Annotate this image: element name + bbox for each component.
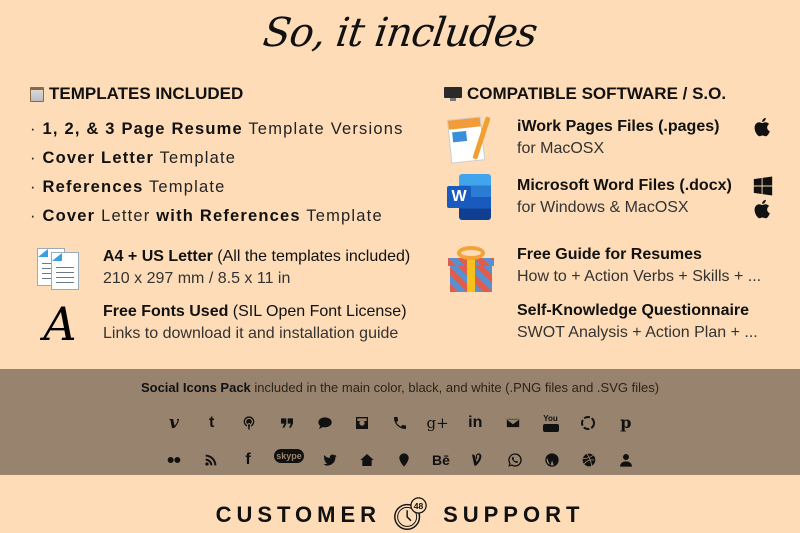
feature-subtitle: SWOT Analysis + Action Plan + ...	[517, 324, 758, 341]
list-item: · References Template	[30, 178, 226, 196]
support-label-left: CUSTOMER	[215, 502, 382, 527]
templates-heading: TEMPLATES INCLUDED	[30, 84, 243, 104]
software-title: Microsoft Word Files (.docx)	[517, 177, 732, 194]
clock-badge-text: 48	[414, 501, 424, 511]
clock-48-icon: 48	[391, 496, 429, 533]
whatsapp-icon	[504, 449, 526, 471]
social-icons-label: Social Icons Pack included in the main c…	[140, 380, 660, 395]
templates-heading-label: TEMPLATES INCLUDED	[49, 84, 244, 103]
font-icon: A	[43, 297, 77, 351]
feature-title: Free Guide for Resumes	[517, 246, 702, 263]
feature-subtitle: Links to download it and installation gu…	[103, 325, 399, 342]
monitor-icon	[444, 87, 462, 101]
pinterest-icon: p	[620, 413, 632, 432]
user-icon	[615, 449, 637, 471]
list-item: · 1, 2, & 3 Page Resume Template Version…	[30, 120, 404, 138]
vine-icon	[467, 449, 489, 471]
behance-icon: Bē	[432, 452, 450, 468]
software-heading: COMPATIBLE SOFTWARE / S.O.	[444, 84, 726, 104]
location-icon	[393, 449, 415, 471]
picasa-icon	[577, 412, 599, 434]
feature-title: Self-Knowledge Questionnaire	[517, 302, 750, 319]
customer-support: CUSTOMER 48 SUPPORT	[0, 496, 800, 533]
feature-subtitle: How to + Action Verbs + Skills + ...	[517, 268, 762, 285]
twitter-icon	[319, 449, 341, 471]
list-item: · Cover Letter with References Template	[30, 207, 383, 225]
templates-list: · 1, 2, & 3 Page Resume Template Version…	[30, 115, 404, 231]
software-subtitle: for MacOSX	[517, 140, 605, 157]
feature-title: A4 + US Letter (All the templates includ…	[103, 248, 411, 265]
software-heading-label: COMPATIBLE SOFTWARE / S.O.	[467, 84, 727, 103]
youtube-icon: You	[540, 412, 562, 434]
wordpress-icon	[541, 449, 563, 471]
linkedin-icon: in	[468, 414, 483, 431]
dribbble-icon	[578, 449, 600, 471]
pages-app-icon	[445, 114, 495, 166]
apple-icon	[754, 117, 770, 137]
flickr-icon	[163, 449, 185, 471]
software-subtitle: for Windows & MacOSX	[517, 199, 689, 216]
gift-icon	[445, 244, 495, 294]
windows-icon	[753, 176, 773, 196]
social-icons-row-2: f skype Bē	[163, 449, 637, 471]
instagram-icon	[351, 412, 373, 434]
software-item-word: W Microsoft Word Files (.docx) for Windo…	[445, 174, 732, 220]
mail-icon	[502, 412, 524, 434]
quote-icon	[276, 412, 298, 434]
google-plus-icon: g+	[426, 413, 449, 432]
phone-icon	[389, 412, 411, 434]
support-label-right: SUPPORT	[443, 502, 585, 527]
skype-icon: skype	[274, 449, 304, 463]
apple-icon	[754, 199, 770, 219]
feature-paper-size: A4 + US Letter (All the templates includ…	[35, 246, 410, 292]
facebook-icon: f	[245, 451, 251, 468]
word-app-icon: W	[445, 174, 495, 220]
vimeo-icon: v	[169, 412, 179, 433]
chat-icon	[314, 412, 336, 434]
notepad-icon	[30, 86, 44, 102]
feature-questionnaire: Self-Knowledge Questionnaire SWOT Analys…	[517, 300, 758, 344]
software-title: iWork Pages Files (.pages)	[517, 118, 720, 135]
tumblr-icon: t	[208, 414, 215, 431]
social-icons-row-1: v t g+ in You p	[163, 412, 637, 434]
podcast-icon	[238, 412, 260, 434]
list-item: · Cover Letter Template	[30, 149, 237, 167]
feature-title: Free Fonts Used (SIL Open Font License)	[103, 303, 407, 320]
documents-icon	[35, 246, 85, 292]
feature-fonts: A Free Fonts Used (SIL Open Font License…	[35, 297, 407, 351]
home-icon	[356, 449, 378, 471]
software-item-pages: iWork Pages Files (.pages) for MacOSX	[445, 114, 719, 166]
feature-guide: Free Guide for Resumes How to + Action V…	[445, 244, 761, 294]
rss-icon	[200, 449, 222, 471]
page-title: So, it includes	[260, 10, 540, 56]
feature-subtitle: 210 x 297 mm / 8.5 x 11 in	[103, 270, 291, 287]
